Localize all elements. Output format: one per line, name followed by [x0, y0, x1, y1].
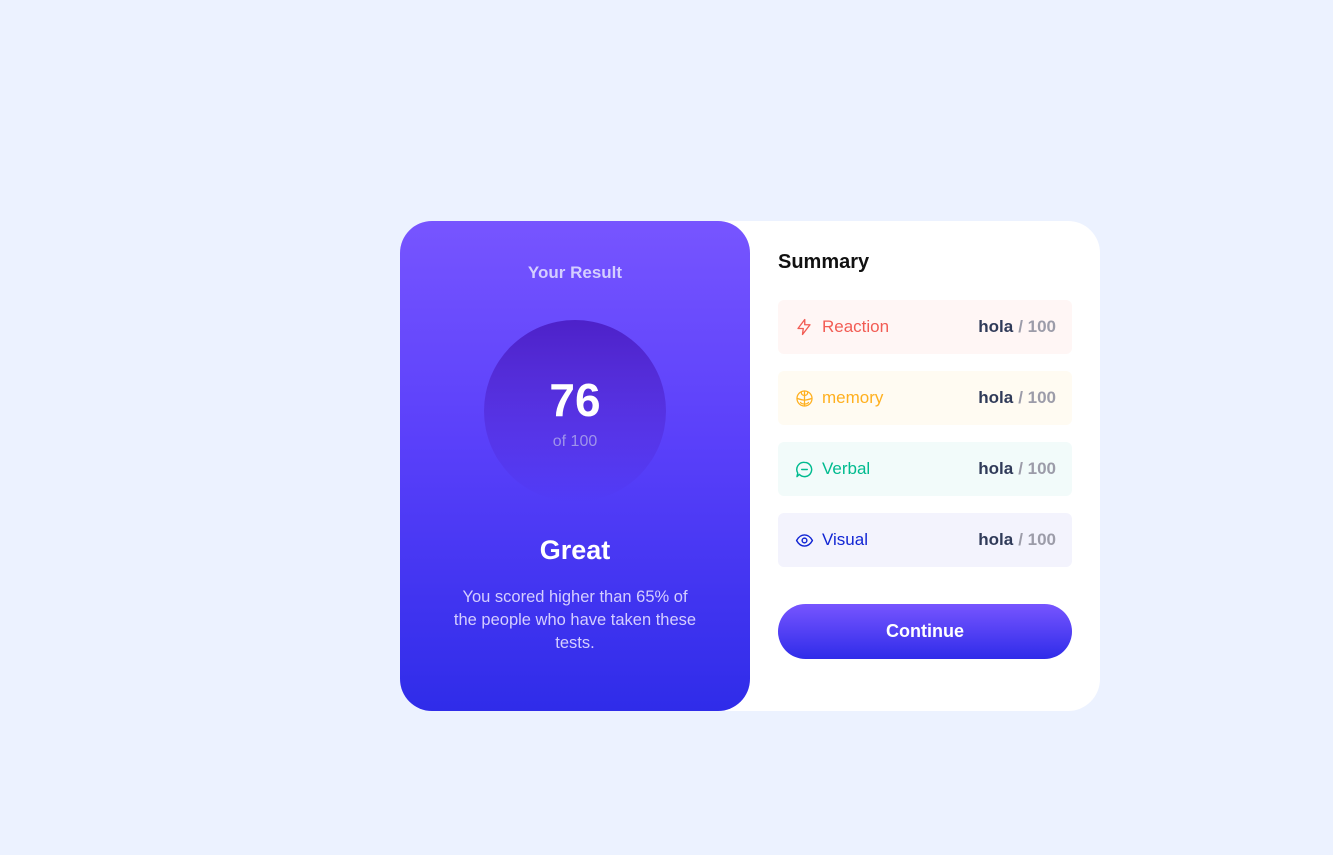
result-panel: Your Result 76 of 100 Great You scored h… — [400, 221, 750, 711]
summary-item-max: / 100 — [1018, 530, 1056, 549]
summary-item-score: hola — [978, 388, 1014, 407]
summary-item-score: hola — [978, 317, 1014, 336]
continue-button[interactable]: Continue — [778, 604, 1072, 659]
score-of-label: of 100 — [552, 433, 598, 450]
brain-icon — [794, 388, 814, 408]
chat-bubble-icon — [794, 459, 814, 479]
results-card: Your Result 76 of 100 Great You scored h… — [400, 221, 1100, 711]
summary-item-label: memory — [822, 388, 884, 407]
summary-item-max: / 100 — [1018, 459, 1056, 478]
summary-item-label: Visual — [822, 530, 868, 549]
rating-title: Great — [539, 535, 611, 565]
summary-item-max: / 100 — [1018, 388, 1056, 407]
rating-description: You scored higher than 65% of the people… — [453, 588, 697, 652]
score-value: 76 — [549, 374, 601, 426]
result-heading: Your Result — [527, 263, 623, 282]
lightning-icon — [794, 317, 814, 337]
eye-icon — [794, 530, 814, 550]
summary-item-visual: Visual hola / 100 — [778, 513, 1072, 567]
summary-item-max: / 100 — [1018, 317, 1056, 336]
summary-panel: Summary Reaction hola / 100 memory hola … — [750, 221, 1100, 711]
summary-item-memory: memory hola / 100 — [778, 371, 1072, 425]
score-circle: 76 of 100 — [484, 320, 666, 502]
summary-item-label: Reaction — [822, 317, 890, 336]
summary-item-verbal: Verbal hola / 100 — [778, 442, 1072, 496]
summary-item-score: hola — [978, 459, 1014, 478]
summary-item-reaction: Reaction hola / 100 — [778, 300, 1072, 354]
summary-title: Summary — [778, 251, 870, 273]
summary-item-label: Verbal — [822, 459, 871, 478]
summary-item-score: hola — [978, 530, 1014, 549]
